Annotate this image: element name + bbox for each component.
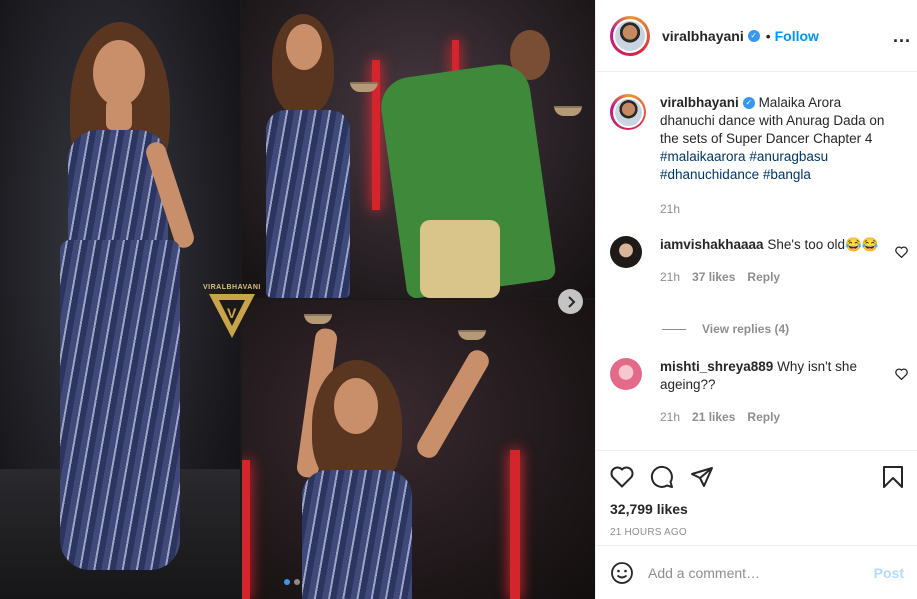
- post-comment-button[interactable]: Post: [874, 565, 904, 581]
- header-username[interactable]: viralbhayani: [662, 28, 744, 44]
- caption-avatar[interactable]: [610, 94, 646, 130]
- view-replies-button[interactable]: View replies (4): [662, 322, 789, 336]
- caption-time[interactable]: 21h: [660, 200, 680, 218]
- comment-likes[interactable]: 37 likes: [692, 268, 735, 286]
- heart-icon[interactable]: [895, 246, 908, 258]
- post-header: viralbhayani ✓ • Follow ...: [596, 0, 917, 72]
- photo-panel-top-right: [242, 0, 595, 298]
- hashtag[interactable]: #bangla: [763, 167, 811, 182]
- smiley-icon: [611, 561, 633, 584]
- comment-text: She's too old😂😂: [767, 237, 879, 252]
- carousel-dot-active: [284, 579, 290, 585]
- comment-username[interactable]: iamvishakhaaaa: [660, 237, 764, 252]
- post-actions: 32,799 likes 21 HOURS AGO: [596, 450, 917, 545]
- carousel-indicator: [284, 579, 300, 585]
- caption: viralbhayani ✓ Malaika Arora dhanuchi dan…: [610, 94, 910, 218]
- ellipsis-icon[interactable]: ...: [893, 26, 911, 47]
- comment-input[interactable]: [648, 564, 868, 581]
- like-button[interactable]: [610, 466, 634, 488]
- bookmark-icon: [883, 466, 903, 488]
- avatar[interactable]: [610, 15, 650, 56]
- comment-username[interactable]: mishti_shreya889: [660, 359, 773, 374]
- photo-panel-bottom-right: [242, 300, 595, 599]
- comment-time[interactable]: 21h: [660, 408, 680, 426]
- add-comment-bar: Post: [596, 545, 917, 599]
- carousel-next-button[interactable]: [558, 289, 583, 314]
- comment-avatar[interactable]: [610, 236, 642, 268]
- post-timestamp[interactable]: 21 HOURS AGO: [610, 527, 904, 538]
- emoji-button[interactable]: [610, 561, 634, 585]
- comments-section[interactable]: viralbhayani ✓ Malaika Arora dhanuchi dan…: [596, 72, 917, 450]
- verified-badge-icon: ✓: [747, 29, 760, 42]
- separator: •: [765, 27, 771, 44]
- comment-item: iamvishakhaaaa She's too old😂😂 21h 37 li…: [610, 236, 910, 286]
- comment-time[interactable]: 21h: [660, 268, 680, 286]
- reply-button[interactable]: Reply: [747, 408, 780, 426]
- verified-badge-icon: ✓: [742, 97, 755, 110]
- comment-item: mishti_shreya889 Why isn't she ageing?? …: [610, 358, 910, 426]
- likes-count[interactable]: 32,799 likes: [610, 501, 904, 517]
- heart-icon: [610, 466, 634, 488]
- carousel-dot: [294, 579, 300, 585]
- heart-icon[interactable]: [895, 368, 908, 380]
- post-sidebar: viralbhayani ✓ • Follow ... viralbhayani…: [595, 0, 917, 599]
- chevron-right-icon: [567, 295, 575, 308]
- hashtag[interactable]: #malaikaarora: [660, 149, 746, 164]
- viralbhayani-logo: V: [209, 294, 255, 338]
- save-button[interactable]: [882, 465, 904, 489]
- watermark-text: VIRALBHAVANI: [203, 284, 261, 291]
- share-button[interactable]: [690, 465, 714, 489]
- follow-button[interactable]: Follow: [775, 28, 819, 44]
- comment-avatar[interactable]: [610, 358, 642, 390]
- caption-username[interactable]: viralbhayani: [660, 95, 739, 110]
- photo-panel-left: [0, 0, 240, 599]
- svg-text:V: V: [227, 305, 237, 321]
- reply-button[interactable]: Reply: [747, 268, 780, 286]
- comment-likes[interactable]: 21 likes: [692, 408, 735, 426]
- hashtag[interactable]: #anuragbasu: [749, 149, 828, 164]
- post-media[interactable]: V VIRALBHAVANI: [0, 0, 595, 599]
- comment-button[interactable]: [650, 465, 674, 489]
- comment-icon: [650, 465, 673, 488]
- send-icon: [691, 467, 713, 487]
- hashtag[interactable]: #dhanuchidance: [660, 167, 759, 182]
